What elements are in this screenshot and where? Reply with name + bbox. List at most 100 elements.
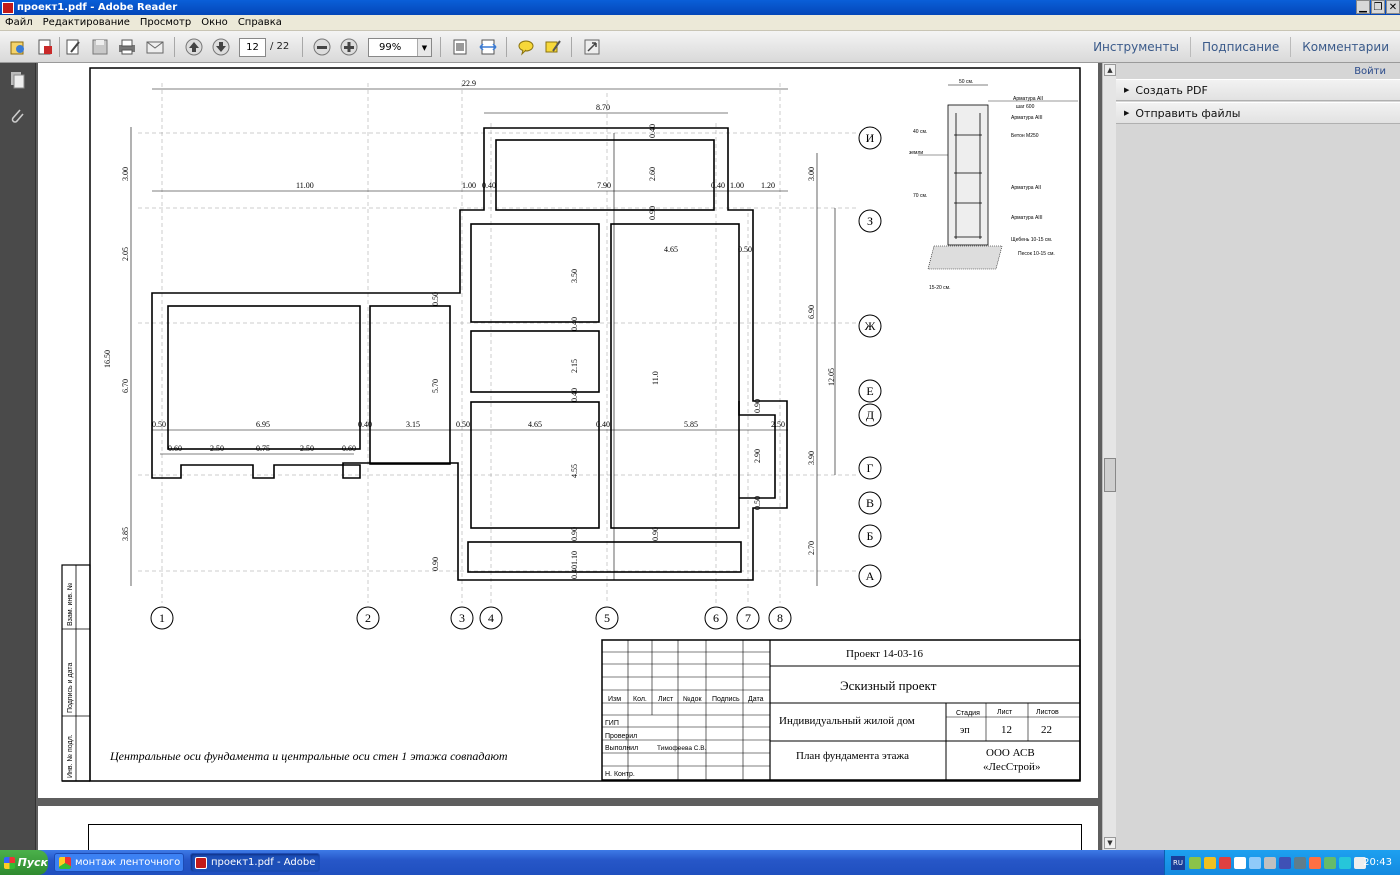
col-head: Дата xyxy=(748,696,764,703)
scroll-up-icon[interactable]: ▲ xyxy=(1104,64,1116,76)
dim-label: 1.00 xyxy=(730,181,744,190)
tray-app-icon[interactable] xyxy=(1324,856,1336,869)
open-icon[interactable] xyxy=(8,37,28,57)
menu-edit[interactable]: Редактирование xyxy=(38,17,135,28)
tray-app-icon[interactable] xyxy=(1189,856,1201,869)
minimize-button[interactable]: ▁ xyxy=(1356,0,1370,14)
menu-file[interactable]: Файл xyxy=(0,17,38,28)
dim-label: 22.9 xyxy=(462,79,476,88)
tray-app-icon[interactable] xyxy=(1249,856,1261,869)
section-bottom-label: 15-20 см. xyxy=(929,285,951,291)
dim-label: 2.60 xyxy=(648,167,657,181)
vertical-scrollbar[interactable]: ▲ ▼ xyxy=(1102,63,1116,850)
language-indicator[interactable]: RU xyxy=(1171,855,1185,870)
print-icon[interactable] xyxy=(117,37,137,57)
prev-page-icon[interactable] xyxy=(184,37,204,57)
section-label: Песок 10-15 см. xyxy=(1018,251,1055,257)
highlight-icon[interactable] xyxy=(543,37,563,57)
tray-app-icon[interactable] xyxy=(1279,856,1291,869)
org-name-2: «ЛесСтрой» xyxy=(983,761,1040,773)
project-code: Проект 14-03-16 xyxy=(846,648,924,660)
org-name: ООО АСВ xyxy=(986,747,1035,759)
tray-app-icon[interactable] xyxy=(1234,856,1246,869)
dim-label: 0.40 xyxy=(711,181,725,190)
start-button[interactable]: Пуск xyxy=(0,850,48,875)
taskbar-item-adobe-reader[interactable]: проект1.pdf - Adobe ... xyxy=(190,853,320,872)
fullscreen-icon[interactable] xyxy=(582,37,602,57)
tab-sign[interactable]: Подписание xyxy=(1189,36,1290,57)
dim-label: 3.15 xyxy=(406,420,420,429)
attachments-icon[interactable] xyxy=(8,107,26,125)
edit-icon[interactable] xyxy=(63,37,83,57)
tab-comments[interactable]: Комментарии xyxy=(1290,36,1400,57)
adobe-reader-icon xyxy=(2,1,14,14)
section-label: шаг 600 xyxy=(1016,104,1035,110)
close-button[interactable]: ✕ xyxy=(1386,0,1400,14)
dim-label: 3.50 xyxy=(570,269,579,283)
tray-app-icon[interactable] xyxy=(1219,856,1231,869)
dim-label: 2.90 xyxy=(753,449,762,463)
axis-letters: И З Ж Е Д Г В Б А xyxy=(858,126,882,588)
taskbar-item-browser[interactable]: монтаж ленточного фу... xyxy=(54,853,184,872)
role: Н. Контр. xyxy=(605,771,635,778)
drawing-note: Центральные оси фундамента и центральные… xyxy=(109,749,508,763)
scroll-down-icon[interactable]: ▼ xyxy=(1104,837,1116,849)
create-pdf-icon[interactable] xyxy=(35,37,55,57)
dim-label: 11.0 xyxy=(651,371,660,385)
window-title: проект1.pdf - Adobe Reader xyxy=(17,2,178,13)
dim-label: 0.60 xyxy=(342,444,356,453)
dim-label: 6.70 xyxy=(121,379,130,393)
dim-label: 0.90 xyxy=(651,527,660,541)
tray-app-icon[interactable] xyxy=(1339,856,1351,869)
stamp-signature: Подпись и дата xyxy=(67,663,74,713)
axis-number: 5 xyxy=(604,611,610,625)
dim-label: 0.40 xyxy=(358,420,372,429)
dim-label: 3.00 xyxy=(807,167,816,181)
sheets-value: 22 xyxy=(1041,724,1052,736)
zoom-in-icon[interactable] xyxy=(339,37,359,57)
adobe-reader-icon xyxy=(195,856,207,869)
dim-label: 1.10 xyxy=(570,551,579,565)
axis-letter: Е xyxy=(866,384,873,398)
zoom-out-icon[interactable] xyxy=(312,37,332,57)
tab-tools[interactable]: Инструменты xyxy=(1082,37,1190,57)
page-number-input[interactable]: 12 xyxy=(239,38,266,57)
role: Выполнил xyxy=(605,745,638,752)
fit-width-icon[interactable] xyxy=(478,37,498,57)
section-label: Арматура AIII xyxy=(1011,115,1042,121)
dim-label: 12.05 xyxy=(827,368,836,386)
next-page-icon[interactable] xyxy=(211,37,231,57)
tray-app-icon[interactable] xyxy=(1294,856,1306,869)
send-files-item[interactable]: ▶ Отправить файлы xyxy=(1116,102,1400,124)
task-label: монтаж ленточного фу... xyxy=(75,857,183,868)
dim-label: 0.40 xyxy=(482,181,496,190)
axis-number: 2 xyxy=(365,611,371,625)
menu-window[interactable]: Окно xyxy=(196,17,233,28)
menu-view[interactable]: Просмотр xyxy=(135,17,196,28)
menu-bar: Файл Редактирование Просмотр Окно Справк… xyxy=(0,15,1400,31)
dim-label: 0.40 xyxy=(570,565,579,579)
dim-label: 3.00 xyxy=(121,167,130,181)
fit-page-icon[interactable] xyxy=(450,37,470,57)
tray-app-icon[interactable] xyxy=(1264,856,1276,869)
dim-label: 7.90 xyxy=(597,181,611,190)
windows-logo-icon xyxy=(4,856,15,869)
maximize-button[interactable]: ❐ xyxy=(1371,0,1385,14)
save-icon[interactable] xyxy=(90,37,110,57)
create-pdf-item[interactable]: ▶ Создать PDF xyxy=(1116,79,1400,101)
document-view[interactable]: Взам. инв. № Подпись и дата Инв. № подл. xyxy=(36,63,1102,850)
chevron-down-icon[interactable]: ▼ xyxy=(417,39,431,56)
scroll-thumb[interactable] xyxy=(1104,458,1116,492)
dim-label: 0.90 xyxy=(431,557,440,571)
sheet-value: 12 xyxy=(1001,724,1012,736)
object-name: Индивидуальный жилой дом xyxy=(779,715,915,727)
page-thumbnails-icon[interactable] xyxy=(8,71,26,89)
menu-help[interactable]: Справка xyxy=(233,17,287,28)
tray-app-icon[interactable] xyxy=(1309,856,1321,869)
zoom-level-select[interactable]: 99% ▼ xyxy=(368,38,432,57)
email-icon[interactable] xyxy=(145,37,165,57)
tray-app-icon[interactable] xyxy=(1204,856,1216,869)
sign-in-link[interactable]: Войти xyxy=(1354,66,1386,77)
section-label: Бетон М250 xyxy=(1011,133,1039,139)
comment-icon[interactable] xyxy=(516,37,536,57)
